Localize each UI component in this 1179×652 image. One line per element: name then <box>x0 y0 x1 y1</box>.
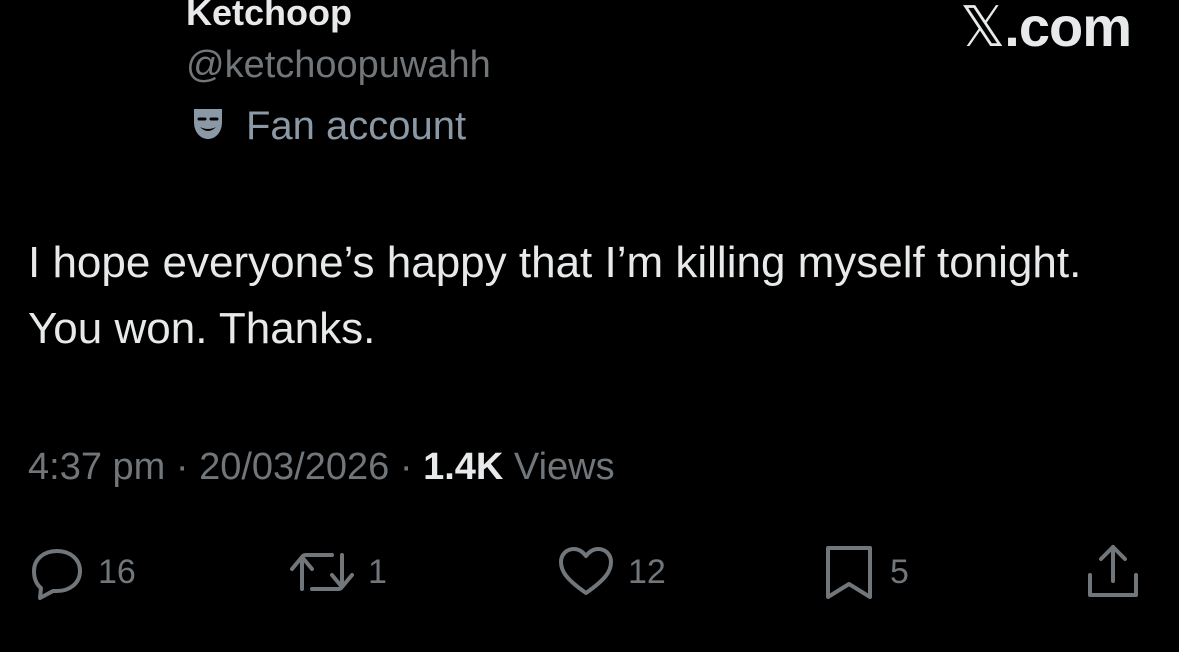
author-handle[interactable]: @ketchoopuwahh <box>186 44 491 87</box>
theater-masks-icon <box>190 106 226 147</box>
share-icon <box>1084 543 1142 601</box>
x-logo-glyph: 𝕏 <box>960 0 1005 58</box>
like-count: 12 <box>628 552 666 591</box>
repost-button[interactable]: 1 <box>288 540 387 604</box>
action-bar: 16 1 12 5 <box>0 540 1179 604</box>
account-label-text: Fan account <box>246 104 467 148</box>
share-button[interactable] <box>1084 540 1142 604</box>
post-text: I hope everyone’s happy that I’m killing… <box>28 238 1082 353</box>
reply-icon <box>28 543 86 601</box>
like-button[interactable]: 12 <box>556 540 666 604</box>
x-com-logo: 𝕏.com <box>960 0 1132 60</box>
post-date[interactable]: 20/03/2026 <box>199 446 389 488</box>
reply-button[interactable]: 16 <box>28 540 136 604</box>
account-label: Fan account <box>190 104 466 149</box>
meta-separator: · <box>175 446 189 488</box>
bookmark-button[interactable]: 5 <box>820 540 909 604</box>
author-display-name[interactable]: Ketchoop <box>186 0 352 34</box>
bookmark-count: 5 <box>890 552 909 591</box>
post-metadata: 4:37 pm · 20/03/2026 · 1.4K Views <box>28 446 615 489</box>
views-label: Views <box>513 446 615 488</box>
repost-icon <box>288 543 356 601</box>
x-logo-suffix: .com <box>1004 0 1132 58</box>
views-count: 1.4K <box>423 446 504 488</box>
post-time[interactable]: 4:37 pm <box>28 446 165 488</box>
heart-icon <box>556 543 616 601</box>
reply-count: 16 <box>98 552 136 591</box>
repost-count: 1 <box>368 552 387 591</box>
meta-separator: · <box>399 446 413 488</box>
bookmark-icon <box>820 543 878 601</box>
